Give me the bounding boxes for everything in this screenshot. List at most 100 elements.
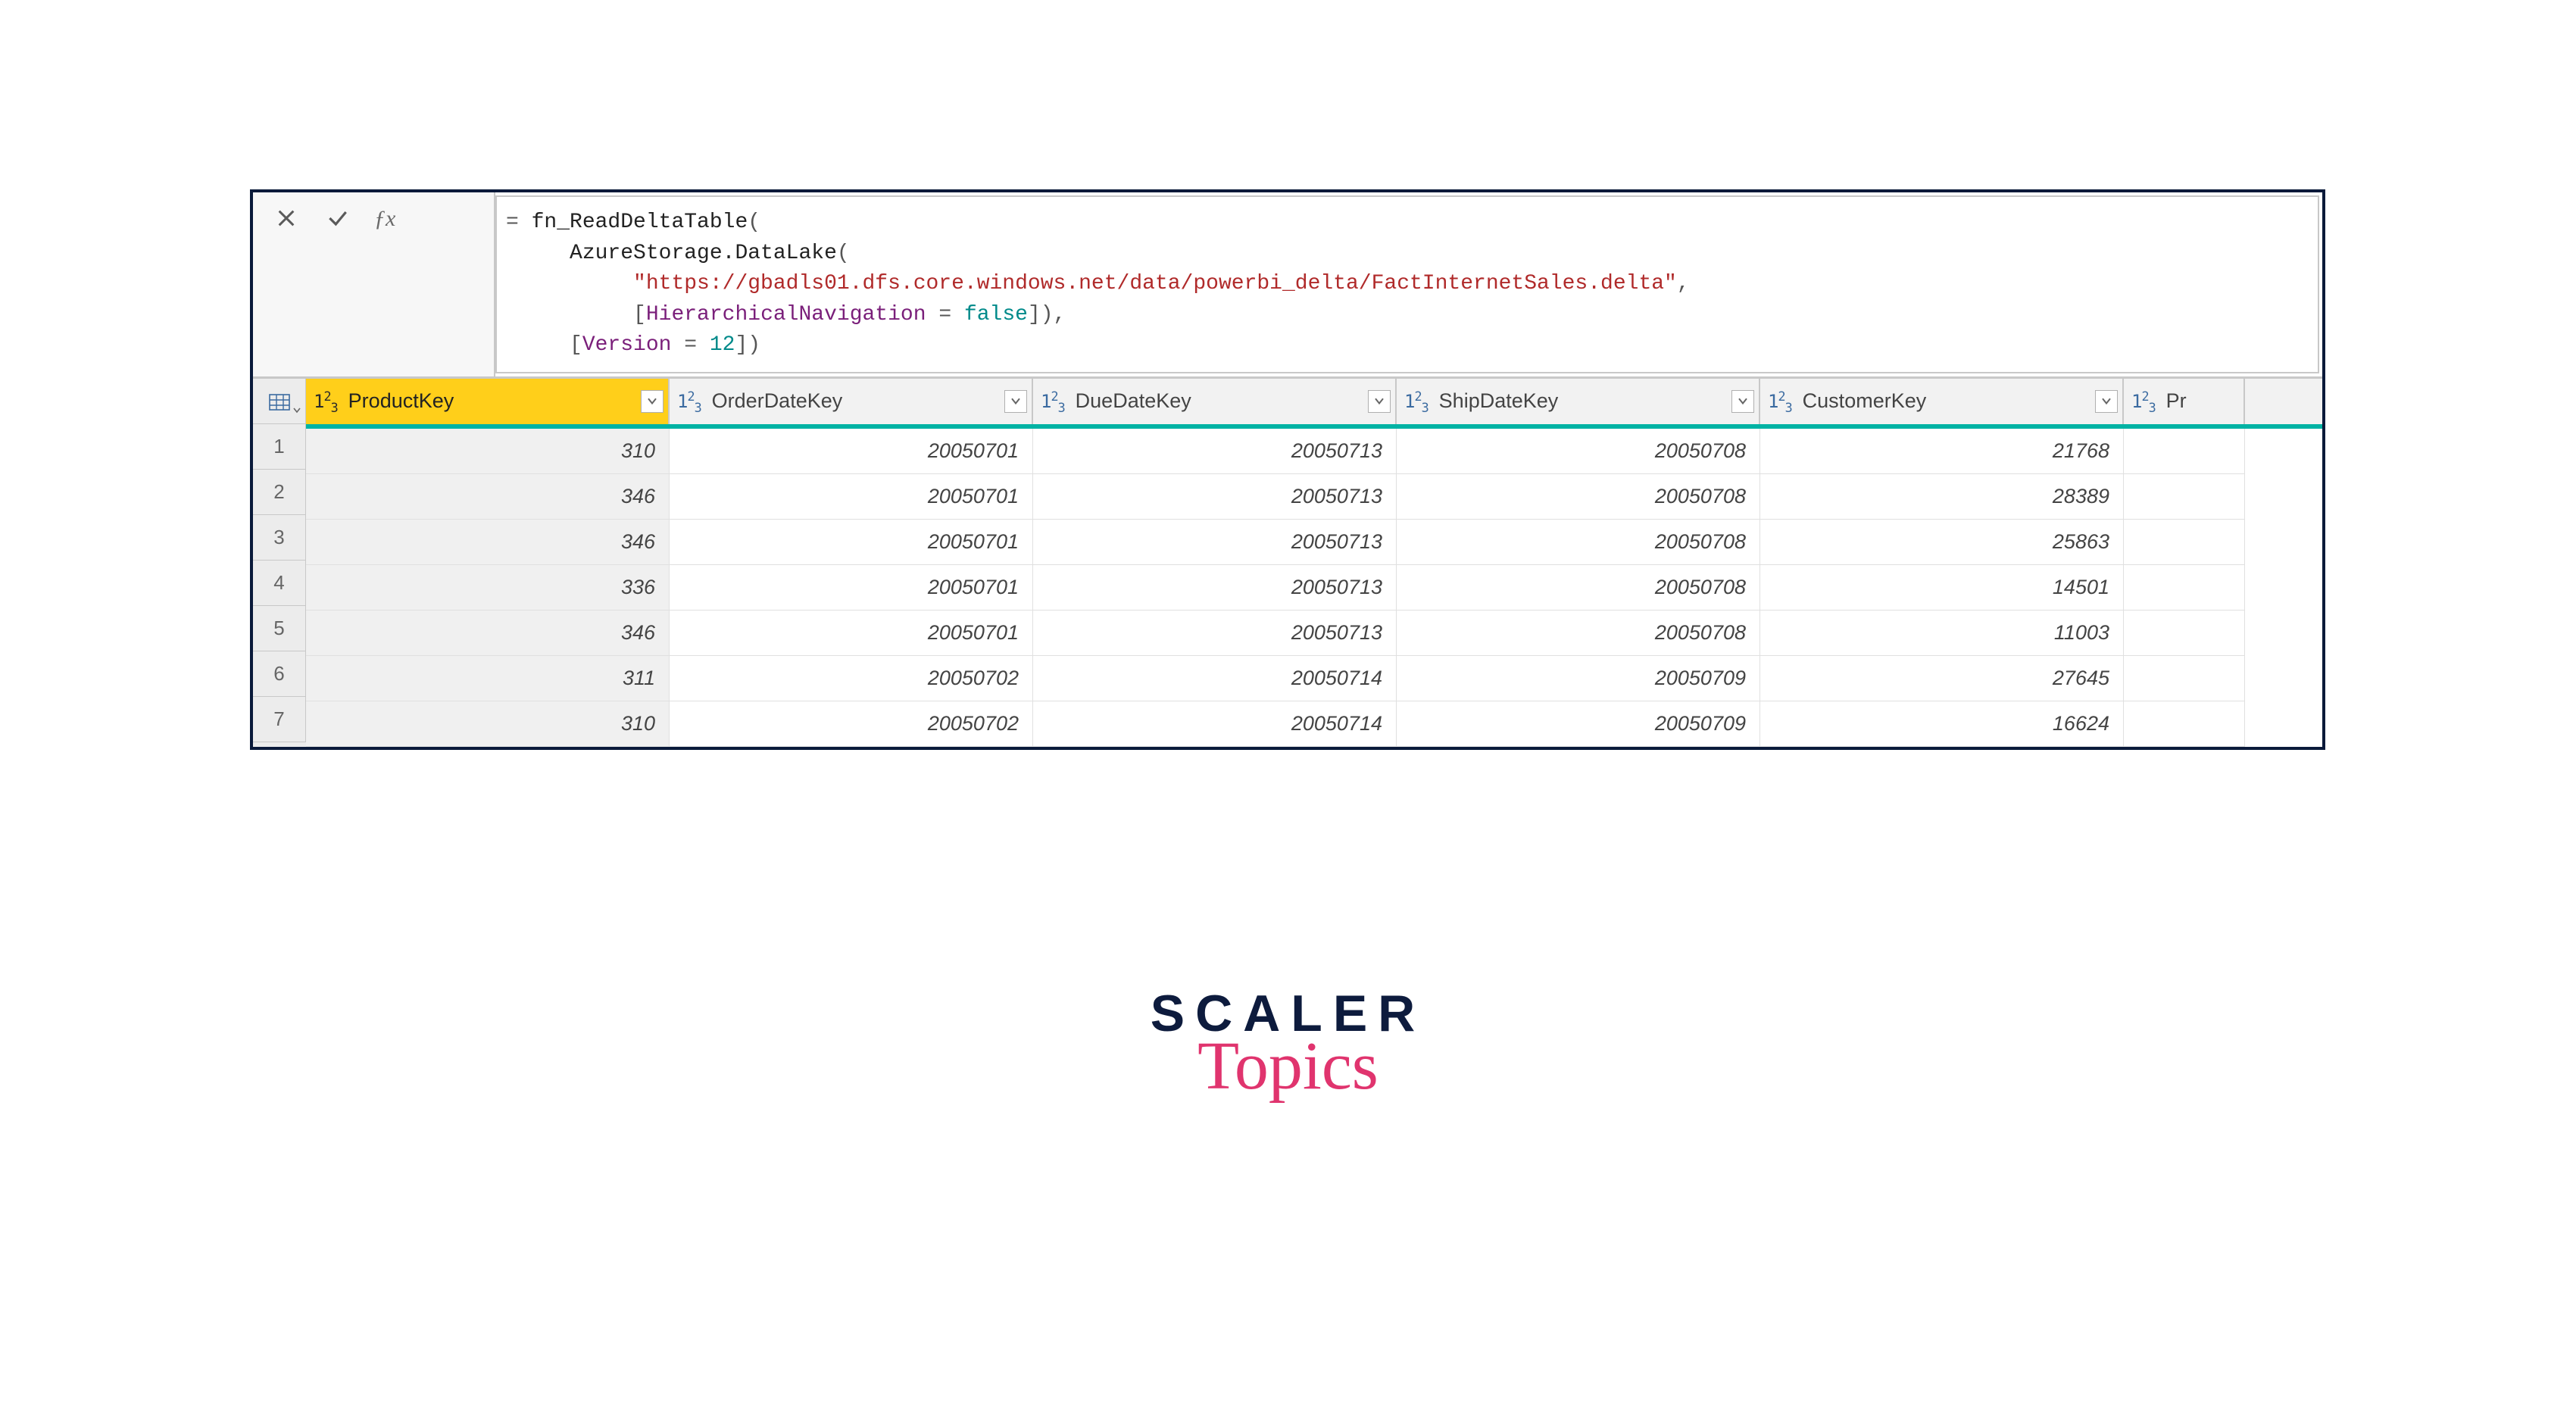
column-filter-button[interactable]: [641, 390, 664, 413]
cell[interactable]: 311: [306, 656, 670, 701]
formula-indent1: [506, 242, 570, 265]
formula-comma1: ,: [1677, 272, 1690, 295]
cell[interactable]: 20050708: [1397, 474, 1760, 520]
column-header-shipdatekey[interactable]: 123 ShipDateKey: [1397, 379, 1760, 424]
formula-prefix: =: [506, 211, 532, 234]
cell[interactable]: 346: [306, 474, 670, 520]
cell[interactable]: 11003: [1760, 611, 2124, 656]
cell[interactable]: [2124, 520, 2245, 565]
cell[interactable]: 346: [306, 611, 670, 656]
row-number[interactable]: 2: [253, 470, 306, 515]
table-icon: [269, 392, 290, 409]
column-header-productkey[interactable]: 123ProductKey: [306, 379, 670, 424]
cell[interactable]: 20050708: [1397, 429, 1760, 474]
column-filter-button[interactable]: [1731, 390, 1754, 413]
cell[interactable]: 20050708: [1397, 520, 1760, 565]
table-row[interactable]: 31020050701200507132005070821768: [306, 429, 2322, 474]
cell[interactable]: 346: [306, 520, 670, 565]
formula-url: "https://gbadls01.dfs.core.windows.net/d…: [633, 272, 1677, 295]
table-row[interactable]: 34620050701200507132005070828389: [306, 474, 2322, 520]
cell[interactable]: 310: [306, 429, 670, 474]
table-row[interactable]: 34620050701200507132005070811003: [306, 611, 2322, 656]
formula-bar-actions: ƒx: [253, 192, 495, 376]
row-number[interactable]: 6: [253, 651, 306, 697]
cell[interactable]: 20050708: [1397, 611, 1760, 656]
cell[interactable]: 20050701: [670, 611, 1033, 656]
cancel-button[interactable]: [271, 203, 301, 233]
column-header-pr[interactable]: 123Pr: [2124, 379, 2245, 424]
row-number[interactable]: 4: [253, 561, 306, 606]
row-number-column: 1234567: [253, 379, 306, 747]
column-header-orderdatekey[interactable]: 123 OrderDateKey: [670, 379, 1033, 424]
column-label: OrderDateKey: [712, 389, 843, 413]
cell[interactable]: 21768: [1760, 429, 2124, 474]
data-grid: 1234567 123ProductKey123OrderDateKey123D…: [253, 378, 2322, 747]
cell[interactable]: 20050709: [1397, 656, 1760, 701]
cell[interactable]: 28389: [1760, 474, 2124, 520]
column-label: DueDateKey: [1076, 389, 1191, 413]
chevron-down-icon: [293, 395, 301, 419]
row-number[interactable]: 1: [253, 424, 306, 470]
cell[interactable]: 20050701: [670, 474, 1033, 520]
formula-bracket-open1: [: [633, 303, 646, 326]
cell[interactable]: [2124, 701, 2245, 747]
column-label: ShipDateKey: [1439, 389, 1559, 413]
column-filter-button[interactable]: [1368, 390, 1391, 413]
row-number[interactable]: 5: [253, 606, 306, 651]
formula-bracket-close1: ]),: [1028, 303, 1066, 326]
formula-opt-val2: 12: [710, 333, 735, 357]
cell[interactable]: 336: [306, 565, 670, 611]
row-number[interactable]: 7: [253, 697, 306, 742]
formula-fn2: AzureStorage.DataLake: [570, 242, 837, 265]
column-filter-button[interactable]: [2095, 390, 2118, 413]
number-type-icon: 123: [1404, 389, 1429, 415]
scaler-topics-logo: SCALER Topics: [1151, 992, 1426, 1105]
row-number[interactable]: 3: [253, 515, 306, 561]
formula-input[interactable]: = fn_ReadDeltaTable( AzureStorage.DataLa…: [495, 195, 2319, 373]
cell[interactable]: [2124, 656, 2245, 701]
cell[interactable]: 25863: [1760, 520, 2124, 565]
cell[interactable]: 20050701: [670, 429, 1033, 474]
grid-body: 3102005070120050713200507082176834620050…: [306, 429, 2322, 747]
confirm-button[interactable]: [323, 203, 353, 233]
cell[interactable]: 20050701: [670, 565, 1033, 611]
cell[interactable]: 27645: [1760, 656, 2124, 701]
cell[interactable]: 20050713: [1033, 611, 1397, 656]
table-row[interactable]: 33620050701200507132005070814501: [306, 565, 2322, 611]
cell[interactable]: 20050714: [1033, 656, 1397, 701]
cell[interactable]: 20050714: [1033, 701, 1397, 747]
table-row[interactable]: 31120050702200507142005070927645: [306, 656, 2322, 701]
formula-paren2: (: [837, 242, 850, 265]
cell[interactable]: 20050713: [1033, 520, 1397, 565]
cell[interactable]: 20050702: [670, 701, 1033, 747]
cell[interactable]: 14501: [1760, 565, 2124, 611]
formula-bar-row: ƒx = fn_ReadDeltaTable( AzureStorage.Dat…: [253, 192, 2322, 378]
formula-bracket-open2: [: [570, 333, 582, 357]
cell[interactable]: 310: [306, 701, 670, 747]
table-corner-button[interactable]: [253, 379, 306, 424]
cell[interactable]: 20050701: [670, 520, 1033, 565]
column-header-duedatekey[interactable]: 123DueDateKey: [1033, 379, 1397, 424]
column-label: CustomerKey: [1803, 389, 1927, 413]
formula-opt-key1: HierarchicalNavigation: [646, 303, 926, 326]
formula-paren1: (: [748, 211, 760, 234]
table-row[interactable]: 34620050701200507132005070825863: [306, 520, 2322, 565]
cell[interactable]: 20050709: [1397, 701, 1760, 747]
cell[interactable]: [2124, 429, 2245, 474]
cell[interactable]: [2124, 565, 2245, 611]
column-label: ProductKey: [348, 389, 454, 413]
number-type-icon: 123: [677, 389, 701, 415]
fx-icon: ƒx: [374, 203, 395, 232]
column-header-customerkey[interactable]: 123CustomerKey: [1760, 379, 2124, 424]
cell[interactable]: [2124, 611, 2245, 656]
cell[interactable]: 16624: [1760, 701, 2124, 747]
formula-indent3: [506, 303, 633, 326]
table-row[interactable]: 31020050702200507142005070916624: [306, 701, 2322, 747]
cell[interactable]: 20050713: [1033, 474, 1397, 520]
cell[interactable]: 20050713: [1033, 429, 1397, 474]
cell[interactable]: 20050708: [1397, 565, 1760, 611]
cell[interactable]: 20050713: [1033, 565, 1397, 611]
cell[interactable]: [2124, 474, 2245, 520]
cell[interactable]: 20050702: [670, 656, 1033, 701]
column-filter-button[interactable]: [1004, 390, 1027, 413]
